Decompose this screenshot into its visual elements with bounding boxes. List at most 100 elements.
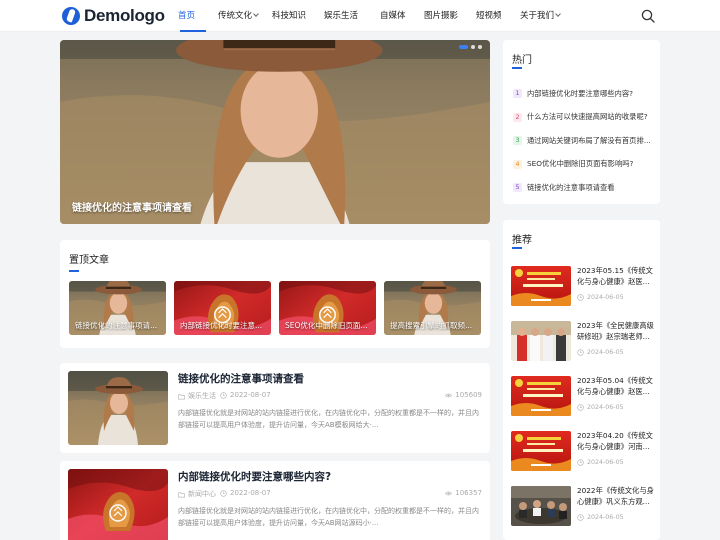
nav-item-home[interactable]: 首页 [178, 0, 208, 32]
post-category[interactable]: 新闻中心 [178, 489, 216, 499]
post-thumbnail[interactable] [68, 371, 168, 445]
pinned-item[interactable]: 提高搜索引擎的抓取频... [384, 281, 481, 335]
site-logo[interactable]: Demologo [62, 6, 165, 26]
rank-badge: 1 [513, 89, 522, 99]
recommend-title: 2022年《传统文化与身心健康》巩义东方观... [577, 486, 654, 506]
search-icon[interactable] [641, 9, 655, 23]
hot-item[interactable]: 3 通过网站关键词布局了解没有首页排... [513, 129, 653, 153]
rank-badge: 2 [513, 112, 522, 122]
nav-item-tech[interactable]: 科技知识 [272, 0, 322, 32]
post-excerpt: 内部链接优化就是对网站的站内链接进行优化，在内链优化中，分配的权重都是不一样的，… [178, 507, 479, 527]
pinned-item[interactable]: SEO优化中删除旧页面... [279, 281, 376, 335]
nav-item-traditional-culture[interactable]: 传统文化 [218, 0, 268, 32]
logo-icon [62, 7, 80, 25]
recommend-item[interactable]: 2022年《传统文化与身心健康》巩义东方观... 2024-06-05 [511, 486, 656, 528]
hero-slider[interactable]: 链接优化的注意事项请查看 [60, 40, 490, 224]
recommend-title: 2023年04.20《传统文化与身心健康》河南... [577, 431, 653, 451]
clock-icon [577, 349, 584, 356]
section-title: 推荐 [512, 235, 532, 246]
recommend-thumbnail [511, 486, 571, 526]
post-excerpt: 内部链接优化就是对网站的站内链接进行优化，在内链优化中，分配的权重都是不一样的，… [178, 409, 479, 429]
post-views: 106357 [445, 489, 482, 497]
post-meta: 娱乐生活 2022-08-07 105609 [178, 391, 482, 401]
section-underline [69, 270, 79, 272]
rank-badge: 4 [513, 159, 522, 169]
post-title[interactable]: 链接优化的注意事项请查看 [178, 371, 304, 386]
pinned-title: 提高搜索引擎的抓取频... [390, 321, 473, 330]
chevron-down-icon [555, 11, 561, 17]
pinned-item[interactable]: 链接优化的注意事项请... [69, 281, 166, 335]
section-underline [512, 247, 522, 249]
recommend-date: 2024-06-05 [577, 404, 624, 411]
pinned-title: SEO优化中删除旧页面... [285, 321, 368, 330]
chevron-down-icon [253, 11, 259, 17]
recommend-item[interactable]: 2023年05.15《传统文化与身心健康》赵医... 2024-06-05 [511, 266, 656, 308]
post-date: 2022-08-07 [220, 391, 271, 399]
post-title[interactable]: 内部链接优化时要注意哪些内容? [178, 469, 331, 484]
recommend-item[interactable]: 2023年《全民健康高级研修班》赵宗瑞老师... 2024-06-05 [511, 321, 656, 363]
hot-item-title: SEO优化中删除旧页面有影响吗? [527, 159, 634, 169]
hot-item-title: 内部链接优化时要注意哪些内容? [527, 88, 634, 98]
rank-badge: 5 [513, 183, 522, 193]
nav-item-about[interactable]: 关于我们 [520, 0, 570, 32]
folder-icon [178, 491, 185, 497]
pinned-articles: 置顶文章 链接优化的注意事项请... 内部链接优化时要注意... SEO优化中删… [60, 240, 490, 348]
pinned-title: 内部链接优化时要注意... [180, 321, 263, 330]
hot-item[interactable]: 1 内部链接优化时要注意哪些内容? [513, 82, 653, 106]
clock-icon [577, 294, 584, 301]
nav-item-photography[interactable]: 图片摄影 [424, 0, 474, 32]
hot-item-title: 通过网站关键词布局了解没有首页排... [527, 135, 651, 145]
clock-icon [577, 514, 584, 521]
recommend-thumbnail [511, 266, 571, 306]
pinned-item[interactable]: 内部链接优化时要注意... [174, 281, 271, 335]
post-category[interactable]: 娱乐生活 [178, 391, 216, 401]
recommend-thumbnail [511, 376, 571, 416]
eye-icon [445, 491, 453, 495]
hot-item-title: 什么方法可以快速提高网站的收录呢? [527, 112, 648, 122]
section-underline [512, 67, 522, 69]
eye-icon [445, 393, 453, 397]
hot-widget: 热门 1 内部链接优化时要注意哪些内容? 2 什么方法可以快速提高网站的收录呢? 3… [503, 40, 660, 204]
site-header: Demologo 首页 传统文化 科技知识 娱乐生活 自媒体 图片摄影 短视频 … [0, 0, 720, 32]
post-views: 105609 [445, 391, 482, 399]
hero-title[interactable]: 链接优化的注意事项请查看 [72, 199, 192, 214]
recommend-date: 2024-06-05 [577, 514, 624, 521]
slider-dot[interactable] [478, 45, 482, 49]
post-thumbnail[interactable] [68, 469, 168, 540]
nav-item-self-media[interactable]: 自媒体 [380, 0, 420, 32]
pinned-title: 链接优化的注意事项请... [75, 321, 158, 330]
recommend-thumbnail [511, 321, 571, 361]
recommend-thumbnail [511, 431, 571, 471]
slider-pagination [459, 45, 482, 49]
recommend-widget: 推荐 2023年05.15《传统文化与身心健康》赵医... 2024-06-05… [503, 220, 660, 540]
nav-item-entertainment[interactable]: 娱乐生活 [324, 0, 376, 32]
hot-item[interactable]: 4 SEO优化中删除旧页面有影响吗? [513, 153, 653, 177]
post-card: 链接优化的注意事项请查看 娱乐生活 2022-08-07 105609 内部链接… [60, 363, 490, 453]
recommend-title: 2023年05.15《传统文化与身心健康》赵医... [577, 266, 653, 286]
post-card: 内部链接优化时要注意哪些内容? 新闻中心 2022-08-07 106357 内… [60, 461, 490, 540]
recommend-date: 2024-06-05 [577, 294, 624, 301]
clock-icon [577, 404, 584, 411]
section-title: 热门 [512, 55, 532, 66]
section-title: 置顶文章 [69, 255, 109, 266]
nav-item-short-video[interactable]: 短视频 [476, 0, 518, 32]
hot-item[interactable]: 5 链接优化的注意事项请查看 [513, 176, 653, 200]
recommend-title: 2023年05.04《传统文化与身心健康》赵医... [577, 376, 653, 396]
rank-badge: 3 [513, 136, 522, 146]
slider-dot[interactable] [471, 45, 475, 49]
slider-dot[interactable] [459, 45, 468, 49]
main-nav: 首页 传统文化 科技知识 娱乐生活 自媒体 图片摄影 短视频 关于我们 [178, 0, 570, 32]
folder-icon [178, 393, 185, 399]
recommend-date: 2024-06-05 [577, 459, 624, 466]
recommend-title: 2023年《全民健康高级研修班》赵宗瑞老师... [577, 321, 654, 341]
clock-icon [220, 391, 227, 399]
hot-item-title: 链接优化的注意事项请查看 [527, 182, 615, 192]
recommend-item[interactable]: 2023年04.20《传统文化与身心健康》河南... 2024-06-05 [511, 431, 656, 473]
clock-icon [577, 459, 584, 466]
post-date: 2022-08-07 [220, 489, 271, 497]
clock-icon [220, 489, 227, 497]
recommend-item[interactable]: 2023年05.04《传统文化与身心健康》赵医... 2024-06-05 [511, 376, 656, 418]
hot-item[interactable]: 2 什么方法可以快速提高网站的收录呢? [513, 106, 653, 130]
logo-text: Demologo [84, 6, 165, 25]
hero-image [60, 40, 490, 224]
